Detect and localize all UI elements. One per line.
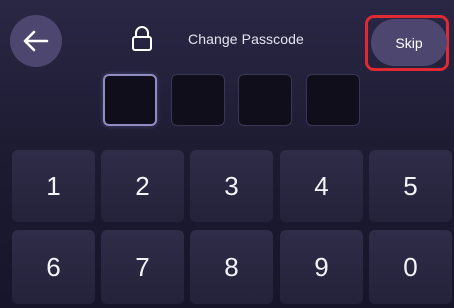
passcode-digit-4[interactable]	[306, 74, 360, 126]
keypad-key-9[interactable]: 9	[280, 230, 363, 304]
passcode-digit-2[interactable]	[171, 74, 225, 126]
passcode-digit-3[interactable]	[238, 74, 292, 126]
keypad-key-0[interactable]: 0	[369, 230, 452, 304]
keypad-key-5[interactable]: 5	[369, 150, 452, 222]
skip-button[interactable]: Skip	[371, 19, 447, 66]
keypad-key-8[interactable]: 8	[190, 230, 273, 304]
arrow-left-icon	[23, 30, 49, 52]
keypad-key-4[interactable]: 4	[280, 150, 363, 222]
lock-icon	[132, 26, 152, 51]
page-title: Change Passcode	[188, 31, 304, 47]
passcode-digit-1[interactable]	[103, 74, 157, 126]
keypad-key-3[interactable]: 3	[190, 150, 273, 222]
keypad-key-7[interactable]: 7	[101, 230, 184, 304]
keypad-key-6[interactable]: 6	[12, 230, 95, 304]
back-button[interactable]	[10, 15, 62, 67]
keypad-key-1[interactable]: 1	[12, 150, 95, 222]
keypad-key-2[interactable]: 2	[101, 150, 184, 222]
